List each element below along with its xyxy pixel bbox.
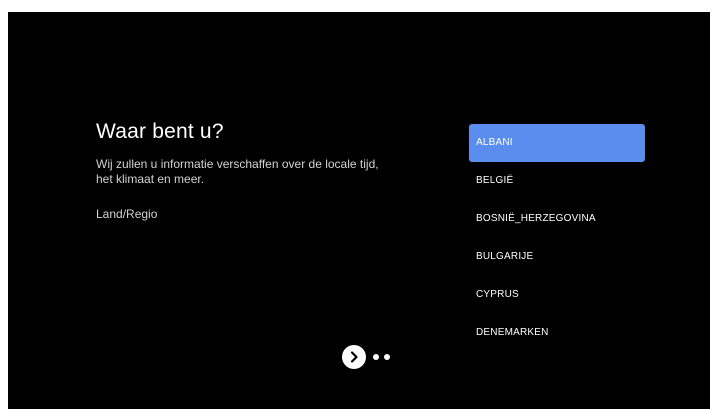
country-item-albani[interactable]: ALBANI <box>469 124 645 162</box>
description-line: Wij zullen u informatie verschaffen over… <box>96 157 379 171</box>
page-title: Waar bent u? <box>96 120 224 143</box>
page-description: Wij zullen u informatie verschaffen over… <box>96 157 436 187</box>
country-item-bulgarije[interactable]: BULGARIJE <box>469 238 645 276</box>
next-button[interactable] <box>342 345 366 369</box>
pager <box>342 345 390 369</box>
country-region-label: Land/Regio <box>96 207 158 221</box>
page-indicator-dot <box>373 354 379 360</box>
country-item-belgie[interactable]: BELGIË <box>469 162 645 200</box>
country-item-bosnie-herzegovina[interactable]: BOSNIË_HERZEGOVINA <box>469 200 645 238</box>
tv-setup-screen: Waar bent u? Wij zullen u informatie ver… <box>8 12 710 409</box>
page-indicator-dot <box>384 354 390 360</box>
description-line: het klimaat en meer. <box>96 172 205 186</box>
country-list: ALBANI BELGIË BOSNIË_HERZEGOVINA BULGARI… <box>469 124 645 352</box>
country-item-denemarken[interactable]: DENEMARKEN <box>469 314 645 352</box>
chevron-right-icon <box>350 351 358 363</box>
country-item-cyprus[interactable]: CYPRUS <box>469 276 645 314</box>
